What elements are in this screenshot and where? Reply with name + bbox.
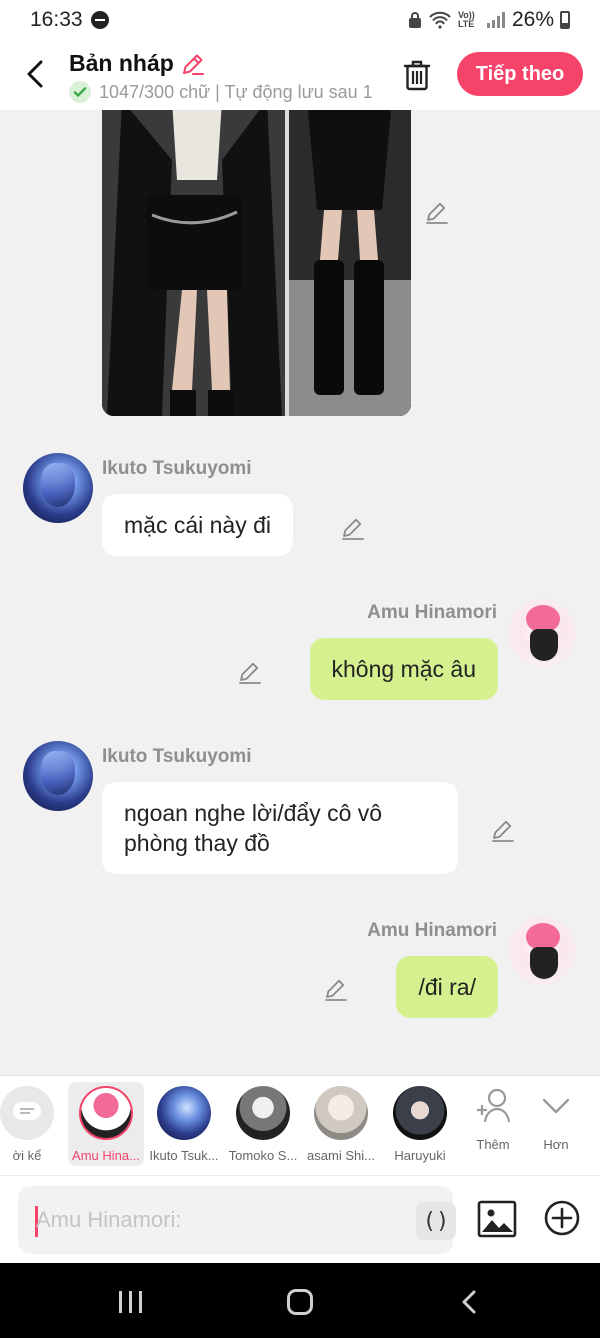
- avatar-amu[interactable]: [507, 916, 577, 986]
- add-person-icon: [477, 1088, 511, 1123]
- save-status: 1047/300 chữ | Tự động lưu sau 1: [69, 81, 375, 103]
- narrator-icon: [0, 1086, 54, 1140]
- speaker-name: Ikuto Tsukuyomi: [102, 458, 252, 479]
- back-button[interactable]: [18, 54, 52, 94]
- chevron-down-icon: [542, 1098, 570, 1114]
- do-not-disturb-icon: [90, 11, 109, 29]
- edit-message-pencil-icon[interactable]: [323, 976, 349, 1002]
- edit-photo-pencil-icon[interactable]: [424, 199, 450, 225]
- character-avatar: [314, 1086, 368, 1140]
- character-chip-amu[interactable]: Amu Hina...: [68, 1082, 144, 1166]
- signal-icon: [486, 12, 505, 28]
- expand-label: Hơn: [543, 1137, 569, 1152]
- character-chip-ikuto[interactable]: Ikuto Tsuk...: [146, 1082, 222, 1166]
- status-right: Vo)) LTE 26%: [408, 8, 570, 32]
- speaker-name: Amu Hinamori: [367, 920, 497, 941]
- character-chip-tomoko[interactable]: Tomoko S...: [225, 1082, 301, 1166]
- outfit-photo-illustration: [102, 110, 411, 416]
- character-chip-label: Haruyuki: [394, 1148, 446, 1163]
- avatar-amu[interactable]: [507, 598, 577, 668]
- message-bubble[interactable]: không mặc âu: [309, 638, 498, 700]
- chat-area[interactable]: Ikuto Tsukuyomi mặc cái này đi Amu Hinam…: [0, 110, 600, 1075]
- character-chip-narrator[interactable]: ời kể: [0, 1082, 65, 1166]
- next-button[interactable]: Tiếp theo: [457, 52, 583, 96]
- character-avatar: [236, 1086, 290, 1140]
- check-icon: [69, 81, 91, 103]
- edit-message-pencil-icon[interactable]: [490, 817, 516, 843]
- system-nav-bar: [0, 1263, 600, 1338]
- character-chip-label: Amu Hina...: [72, 1148, 140, 1163]
- status-time: 16:33: [30, 8, 83, 31]
- character-selector: ời kể Amu Hina... Ikuto Tsuk... Tomoko S…: [0, 1075, 600, 1175]
- delete-button[interactable]: [398, 56, 436, 94]
- rename-pencil-icon[interactable]: [180, 51, 206, 77]
- message-bubble[interactable]: /đi ra/: [396, 956, 498, 1018]
- speaker-name: Ikuto Tsukuyomi: [102, 746, 252, 767]
- recent-apps-button[interactable]: [119, 1291, 142, 1313]
- parenthesis-button[interactable]: (): [416, 1202, 456, 1240]
- character-chip-label: Ikuto Tsuk...: [149, 1148, 219, 1163]
- character-chip-asami[interactable]: asami Shi...: [303, 1082, 379, 1166]
- add-character-label: Thêm: [476, 1137, 510, 1152]
- status-bar: 16:33 Vo)) LTE 26%: [0, 0, 600, 40]
- editor-header: Bản nháp 1047/300 chữ | Tự động lưu sau …: [0, 40, 600, 110]
- edit-message-pencil-icon[interactable]: [340, 515, 366, 541]
- character-avatar: [393, 1086, 447, 1140]
- trash-icon: [403, 60, 431, 91]
- lock-icon: [408, 12, 421, 28]
- character-chip-haruyuki[interactable]: Haruyuki: [382, 1082, 458, 1166]
- edit-message-pencil-icon[interactable]: [237, 659, 263, 685]
- word-count-status: 1047/300 chữ | Tự động lưu sau 1: [99, 81, 373, 102]
- character-chip-label: asami Shi...: [307, 1148, 375, 1163]
- add-character-button[interactable]: Thêm: [465, 1086, 521, 1166]
- home-button[interactable]: [287, 1289, 313, 1315]
- page-title: Bản nháp: [69, 50, 174, 76]
- message-bubble[interactable]: mặc cái này đi: [102, 494, 294, 556]
- add-circle-icon[interactable]: [542, 1198, 582, 1238]
- character-chip-label: Tomoko S...: [228, 1148, 298, 1163]
- battery-icon: [560, 11, 570, 29]
- system-back-icon[interactable]: [459, 1289, 479, 1315]
- message-input[interactable]: [36, 1186, 396, 1254]
- expand-characters-button[interactable]: Hơn: [528, 1086, 584, 1166]
- avatar-ikuto[interactable]: [23, 453, 93, 523]
- chevron-left-icon: [27, 60, 43, 88]
- volte-label: Vo)) LTE: [457, 10, 475, 29]
- image-icon[interactable]: [476, 1198, 518, 1240]
- speaker-name: Amu Hinamori: [367, 602, 497, 623]
- battery-percent: 26%: [511, 8, 554, 31]
- avatar-ikuto[interactable]: [23, 741, 93, 811]
- character-chip-label: ời kể: [12, 1148, 42, 1163]
- composer-bar: (): [0, 1175, 600, 1263]
- title-row: Bản nháp: [69, 50, 206, 77]
- character-avatar: [79, 1086, 133, 1140]
- message-photo[interactable]: [102, 110, 411, 416]
- message-bubble[interactable]: ngoan nghe lời/đẩy cô vô phòng thay đồ: [102, 782, 458, 874]
- message-input-box[interactable]: (): [18, 1186, 456, 1254]
- wifi-icon: [429, 11, 451, 29]
- character-avatar: [157, 1086, 211, 1140]
